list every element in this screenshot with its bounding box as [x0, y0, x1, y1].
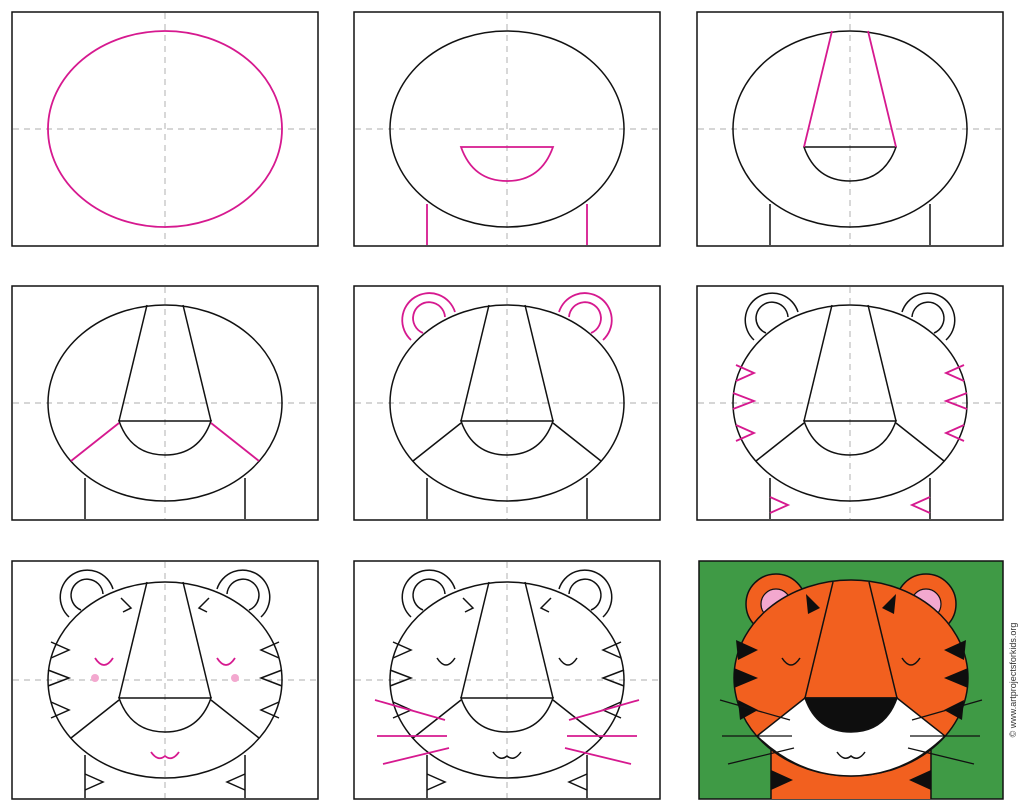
step-3-panel — [696, 11, 1004, 247]
step-4-drawing — [11, 285, 319, 521]
step-7-panel — [11, 560, 319, 800]
step-2-panel — [353, 11, 661, 247]
step-1-drawing — [11, 11, 319, 247]
step-6-drawing — [696, 285, 1004, 521]
step-6-panel — [696, 285, 1004, 521]
step-4-panel — [11, 285, 319, 521]
credit-text: © www.artprojectsforkids.org — [1008, 622, 1018, 738]
tutorial-page: © www.artprojectsforkids.org — [0, 0, 1024, 808]
step-8-drawing — [353, 560, 661, 800]
step-5-drawing — [353, 285, 661, 521]
step-5-panel — [353, 285, 661, 521]
step-9-colored-tiger — [698, 560, 1004, 800]
step-7-drawing — [11, 560, 319, 800]
step-3-drawing — [696, 11, 1004, 247]
credit-text-container: © www.artprojectsforkids.org — [1004, 560, 1022, 800]
step-1-panel — [11, 11, 319, 247]
step-9-panel — [698, 560, 1004, 800]
step-8-panel — [353, 560, 661, 800]
step-2-drawing — [353, 11, 661, 247]
